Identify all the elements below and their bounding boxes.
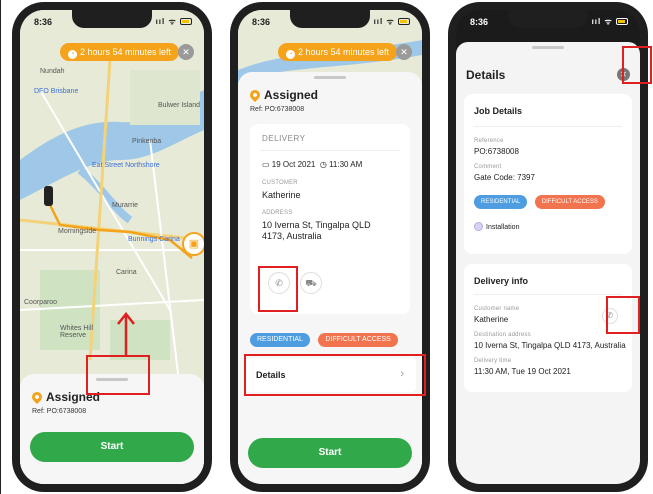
- phone-job-sheet: 8:36 ııl ᯤ ◔ 2 hours 54 minutes left ✕ As…: [230, 2, 430, 492]
- highlight-handle: [86, 355, 150, 395]
- tag-difficult-access: DIFFICULT ACCESS: [318, 333, 398, 347]
- service-icon: [474, 222, 483, 231]
- details-title: Details: [466, 68, 506, 82]
- car-icon: ⛟: [305, 278, 317, 288]
- job-reference: Ref: PO:6738008: [250, 106, 305, 113]
- map-label: Pinkenba: [132, 138, 162, 145]
- map-label: Bunnings Carina: [128, 236, 180, 243]
- close-button[interactable]: ✕: [178, 44, 194, 60]
- sheet-handle[interactable]: [532, 46, 564, 49]
- map-label: Murarrie: [112, 202, 139, 209]
- vehicle-icon: [44, 186, 53, 206]
- clock-icon: ◷: [319, 160, 327, 169]
- eta-pill: ◔ 2 hours 54 minutes left: [278, 43, 398, 61]
- start-button[interactable]: Start: [248, 438, 412, 468]
- highlight-phone-button: [606, 296, 640, 334]
- customer-label: Customer name: [474, 306, 520, 312]
- customer-name: Katherine: [474, 315, 509, 324]
- tag-residential: RESIDENTIAL: [250, 333, 310, 347]
- comment-label: Comment: [474, 164, 502, 170]
- tag-residential: RESIDENTIAL: [474, 195, 528, 209]
- destination-box-icon[interactable]: ▣: [182, 232, 204, 256]
- screen-map: 8:36 ııl ᯤ Nundah DFO Brisbane Bulwer Is…: [20, 10, 204, 484]
- signal-icon: ııl ᯤ: [374, 16, 410, 27]
- delivery-info-heading: Delivery info: [474, 276, 529, 286]
- signal-icon: ııl ᯤ: [156, 16, 192, 27]
- close-button[interactable]: ✕: [396, 44, 412, 60]
- map-label: Whites Hill Reserve: [60, 325, 94, 339]
- calendar-icon: ▭: [262, 160, 270, 169]
- swipe-up-arrow-icon: [117, 311, 135, 356]
- phone-details: 8:36 ııl ᯤ Details ✕ Job Details Referen…: [448, 2, 648, 492]
- highlight-close-button: [622, 46, 652, 84]
- job-status: Assigned: [264, 88, 319, 102]
- address-value: 10 Iverna St, Tingalpa QLD 4173, Austral…: [474, 341, 626, 350]
- divider: [474, 126, 622, 127]
- map-label: Carina: [116, 269, 137, 276]
- delivery-time: 11:30 AM: [329, 160, 363, 169]
- service-row: Installation: [474, 222, 519, 231]
- job-details-card: Job Details Reference PO:6738008 Comment…: [464, 94, 632, 254]
- map-label: Coorparoo: [24, 299, 58, 306]
- tag-row: RESIDENTIAL DIFFICULT ACCESS: [250, 328, 398, 347]
- address-line2: 4173, Australia: [262, 231, 322, 241]
- left-border: [0, 0, 6, 494]
- delivery-date: 19 Oct 2021: [271, 160, 316, 169]
- divider: [474, 294, 622, 295]
- clock-icon: ◔: [286, 50, 295, 59]
- highlight-phone-button: [258, 266, 298, 312]
- map-label: Bulwer Island: [158, 102, 201, 109]
- vehicle-button[interactable]: ⛟: [300, 272, 322, 294]
- map-label: Morningside: [58, 228, 97, 235]
- tag-row: RESIDENTIAL DIFFICULT ACCESS: [474, 190, 605, 209]
- customer-label: CUSTOMER: [262, 180, 298, 186]
- notch: [508, 10, 588, 28]
- tutorial-stage: 8:36 ııl ᯤ Nundah DFO Brisbane Bulwer Is…: [0, 0, 653, 494]
- service-label: Installation: [486, 224, 520, 231]
- battery-icon: [180, 18, 192, 26]
- sheet-handle[interactable]: [314, 76, 346, 79]
- status-header: Assigned: [247, 86, 319, 104]
- address-label: Destination address: [474, 332, 531, 338]
- status-time: 8:36: [34, 17, 53, 27]
- address-line1: 10 Iverna St, Tingalpa QLD: [262, 220, 371, 230]
- screen-details: 8:36 ııl ᯤ Details ✕ Job Details Referen…: [456, 10, 640, 484]
- notch: [72, 10, 152, 28]
- customer-name: Katherine: [262, 190, 301, 200]
- pin-icon: [247, 87, 263, 103]
- battery-icon: [616, 18, 628, 26]
- comment-value: Gate Code: 7397: [474, 173, 535, 182]
- clock-icon: ◔: [68, 50, 77, 59]
- battery-icon: [398, 18, 410, 26]
- tag-difficult-access: DIFFICULT ACCESS: [534, 195, 605, 209]
- eta-pill: ◔ 2 hours 54 minutes left: [60, 43, 180, 61]
- address-label: ADDRESS: [262, 210, 293, 216]
- status-time: 8:36: [252, 17, 271, 27]
- screen-job-sheet: 8:36 ııl ᯤ ◔ 2 hours 54 minutes left ✕ As…: [238, 10, 422, 484]
- details-sheet: Details ✕ Job Details Reference PO:67380…: [456, 42, 640, 484]
- reference-value: PO:6738008: [474, 147, 519, 156]
- map-label: DFO Brisbane: [34, 88, 79, 95]
- status-time: 8:36: [470, 17, 489, 27]
- time-value: 11:30 AM, Tue 19 Oct 2021: [474, 367, 571, 376]
- map-label: Eat Street Northshore: [92, 162, 160, 169]
- notch: [290, 10, 370, 28]
- phone-map-view: 8:36 ııl ᯤ Nundah DFO Brisbane Bulwer Is…: [12, 2, 212, 492]
- job-details-heading: Job Details: [474, 106, 523, 116]
- divider: [260, 150, 400, 151]
- signal-icon: ııl ᯤ: [592, 16, 628, 27]
- job-reference: Ref: PO:6738008: [32, 408, 87, 415]
- reference-label: Reference: [474, 138, 504, 144]
- map-label: Nundah: [40, 68, 65, 75]
- highlight-details-row: [244, 354, 426, 396]
- start-button[interactable]: Start: [30, 432, 194, 462]
- pin-icon: [29, 389, 45, 405]
- date-row: ▭ 19 Oct 2021 ◷ 11:30 AM: [262, 160, 362, 169]
- card-title: DELIVERY: [262, 134, 306, 143]
- time-label: Delivery time: [474, 358, 512, 364]
